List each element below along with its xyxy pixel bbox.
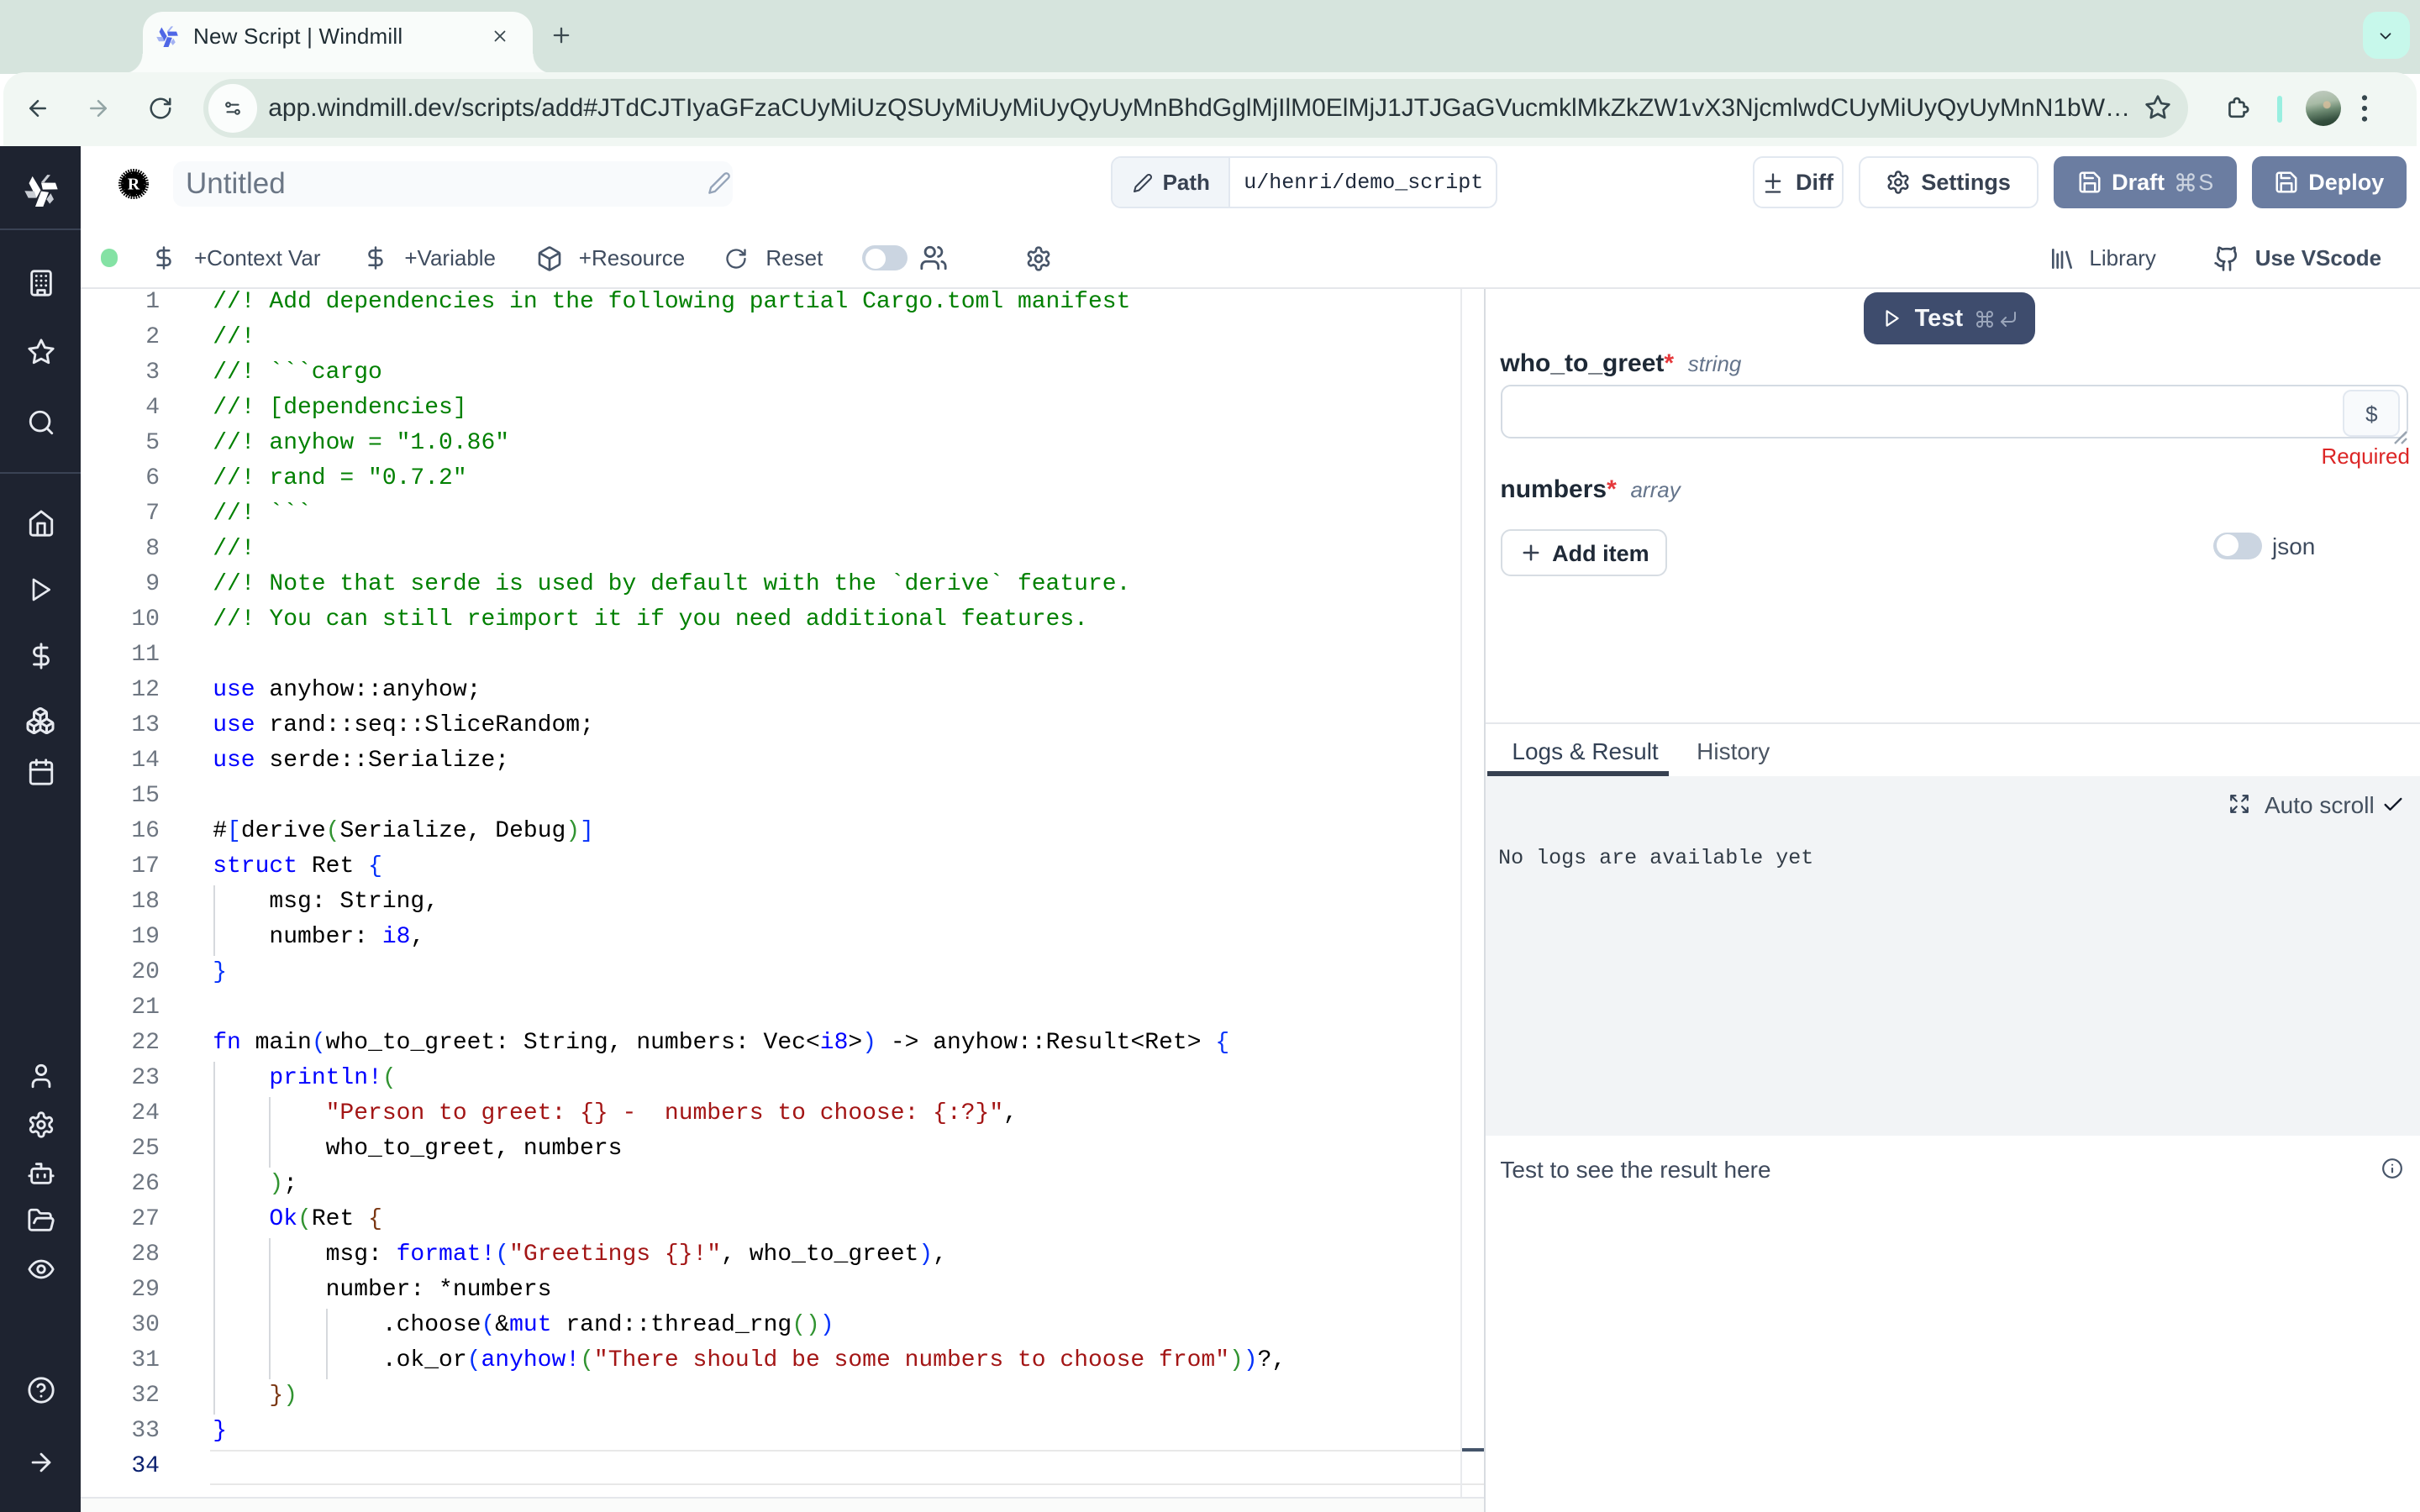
svg-text:R: R: [127, 176, 139, 194]
